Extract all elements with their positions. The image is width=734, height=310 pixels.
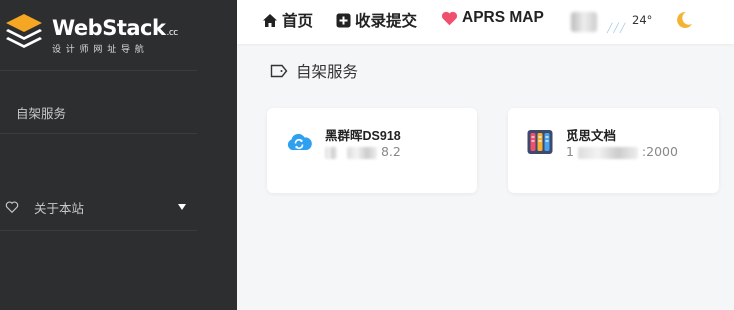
tag-icon	[270, 64, 288, 78]
nav-submit-link[interactable]: 收录提交	[336, 9, 417, 31]
sidebar-divider	[0, 230, 197, 231]
nav-aprs-link[interactable]: APRS MAP	[441, 9, 544, 27]
caret-down-icon[interactable]	[176, 201, 188, 213]
card-description-suffix: 8.2	[380, 144, 401, 159]
heart-icon	[441, 11, 458, 25]
nav-home-label: 首页	[282, 12, 314, 30]
card-title: 黑群晖DS918	[325, 129, 401, 143]
sidebar-divider	[0, 70, 197, 71]
weather-location-blur	[571, 12, 597, 32]
site-logo[interactable]: WebStack.cc 设计师网址导航	[4, 10, 194, 55]
sidebar-item-self-hosted[interactable]: 自架服务	[0, 92, 197, 132]
site-card-nas[interactable]: 黑群晖DS918 8.2	[267, 108, 477, 193]
cloud-sync-icon	[287, 133, 312, 150]
weather-temperature: 24°	[632, 13, 653, 27]
card-description-suffix: :2000	[641, 144, 678, 159]
section-title-label: 自架服务	[296, 63, 359, 81]
sidebar-item-label: 关于本站	[34, 200, 85, 216]
sidebar: WebStack.cc 设计师网址导航 自架服务 关于本站	[0, 0, 237, 310]
card-description: 8.2	[325, 144, 401, 159]
nav-aprs-label: APRS MAP	[462, 9, 544, 26]
weather-widget[interactable]: ╱╱╱ 24°	[571, 10, 656, 34]
sidebar-divider	[0, 133, 197, 134]
logo-suffix: .cc	[166, 28, 178, 38]
card-description: 1 :2000	[566, 144, 678, 159]
site-card-docs[interactable]: 觅思文档 1 :2000	[508, 108, 719, 193]
document-columns-icon	[527, 130, 553, 154]
nav-submit-label: 收录提交	[355, 12, 418, 30]
logo-subtitle: 设计师网址导航	[52, 45, 149, 55]
nav-home-link[interactable]: 首页	[262, 9, 313, 31]
logo-title: WebStack.cc	[52, 16, 178, 40]
layers-logo-icon	[6, 14, 42, 48]
redacted-text	[325, 146, 337, 159]
section-title: 自架服务	[270, 60, 358, 82]
moon-icon[interactable]	[674, 10, 694, 30]
rain-icon: ╱╱╱	[607, 24, 627, 34]
heart-outline-icon	[5, 200, 19, 214]
card-description-prefix: 1	[566, 144, 574, 159]
plus-square-icon	[336, 13, 351, 27]
redacted-text	[577, 146, 638, 159]
sidebar-item-about[interactable]: 关于本站	[0, 187, 197, 227]
sidebar-item-label: 自架服务	[16, 105, 67, 121]
card-title: 觅思文档	[566, 129, 617, 143]
top-header: 首页 收录提交 APRS MAP ╱╱╱ 24°	[237, 0, 734, 44]
home-icon	[263, 13, 277, 27]
redacted-text	[346, 146, 377, 159]
